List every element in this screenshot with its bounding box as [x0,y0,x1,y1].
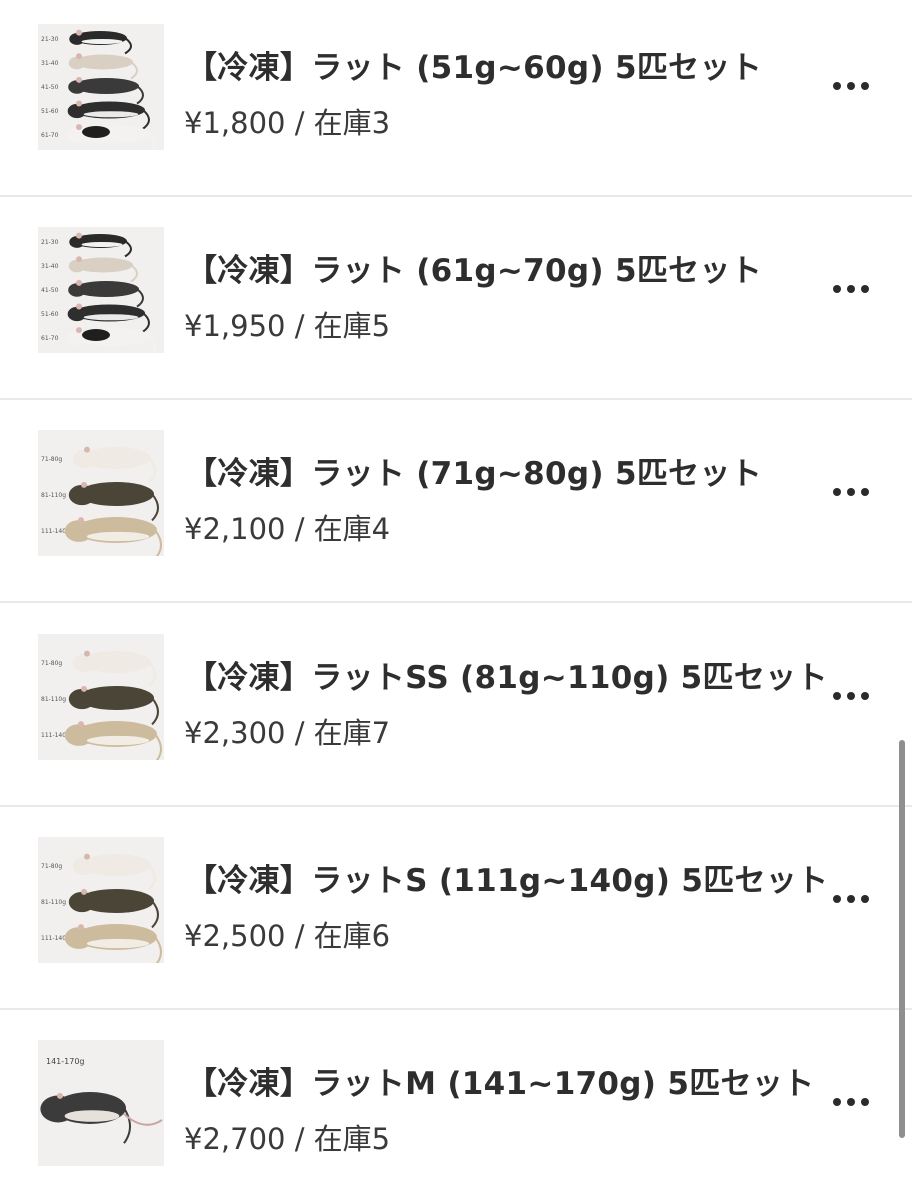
more-options-button[interactable] [822,674,880,718]
product-row[interactable]: 71-80g 81-110g 111-140g 【冷凍】ラットSS (81g~110… [0,604,912,807]
product-title[interactable]: 【冷凍】ラット (61g~70g) 5匹セット [186,245,762,290]
more-horizontal-icon [833,488,869,496]
product-price-stock: ¥2,500 / 在庫6 [184,919,391,953]
product-price-stock: ¥1,950 / 在庫5 [184,309,391,343]
product-price-stock: ¥2,300 / 在庫7 [184,716,391,750]
rat-photo: 71-80g81-110g111-140g [38,837,164,963]
more-options-button[interactable] [822,1080,880,1124]
product-price-stock: ¥2,700 / 在庫5 [184,1122,391,1156]
product-row[interactable]: 71-80g 81-110g 111-140g 【冷凍】ラットS (111g~140… [0,807,912,1010]
more-horizontal-icon [833,285,869,293]
more-horizontal-icon [833,82,869,90]
product-row[interactable]: 141-170g 【冷凍】ラットM (141~170g) 5匹セット ¥2,70… [0,1010,912,1200]
more-options-button[interactable] [822,267,880,311]
product-thumbnail[interactable]: 21-30 31-40 41-50 51-60 61-70 [38,24,164,150]
more-horizontal-icon [833,895,869,903]
weight-tag: 31-40 [41,263,59,270]
product-thumbnail[interactable]: 71-80g 81-110g 111-140g [38,634,164,760]
weight-tag: 61-70 [41,132,59,139]
weight-tag: 21-30 [41,36,59,43]
rat-photo: 71-80g81-110g111-140g [38,634,164,760]
weight-tag: 81-110g [41,492,66,499]
product-row[interactable]: 71-80g 81-110g 111-140g 【冷凍】ラット (71g~80g) … [0,400,912,603]
product-thumbnail[interactable]: 141-170g [38,1040,164,1166]
more-horizontal-icon [833,1098,869,1106]
weight-tag: 61-70 [41,335,59,342]
rat-photo: 141-170g [38,1040,164,1166]
more-options-button[interactable] [822,64,880,108]
weight-tag: 41-50 [41,84,59,91]
product-title[interactable]: 【冷凍】ラット (51g~60g) 5匹セット [186,42,762,87]
weight-tag: 51-60 [41,311,59,318]
product-price-stock: ¥2,100 / 在庫4 [184,512,391,546]
product-title[interactable]: 【冷凍】ラットSS (81g~110g) 5匹セット [186,652,828,697]
rat-photo: 21-30 31-40 41-50 51-60 61-70 [38,24,164,150]
more-options-button[interactable] [822,877,880,921]
product-thumbnail[interactable]: 71-80g 81-110g 111-140g [38,837,164,963]
weight-tag: 31-40 [41,60,59,67]
product-list: 21-30 31-40 41-50 51-60 61-70 【冷凍】ラット (51g~6… [0,0,912,1200]
product-title[interactable]: 【冷凍】ラットS (111g~140g) 5匹セット [186,855,828,900]
more-options-button[interactable] [822,470,880,514]
weight-tag: 81-110g [41,899,66,906]
rat-photo: 71-80g81-110g111-140g [38,430,164,556]
weight-tag: 51-60 [41,108,59,115]
product-thumbnail[interactable]: 71-80g 81-110g 111-140g [38,430,164,556]
weight-tag: 81-110g [41,696,66,703]
product-row[interactable]: 21-30 31-40 41-50 51-60 61-70 【冷凍】ラット (61g~7… [0,197,912,400]
product-title[interactable]: 【冷凍】ラット (71g~80g) 5匹セット [186,448,762,493]
product-price-stock: ¥1,800 / 在庫3 [184,106,391,140]
product-thumbnail[interactable]: 21-30 31-40 41-50 51-60 61-70 [38,227,164,353]
weight-tag: 41-50 [41,287,59,294]
weight-tag: 71-80g [41,863,62,870]
weight-tag: 71-80g [41,456,62,463]
product-row[interactable]: 21-30 31-40 41-50 51-60 61-70 【冷凍】ラット (51g~6… [0,0,912,197]
scrollbar[interactable] [899,740,905,1138]
more-horizontal-icon [833,692,869,700]
weight-tag: 21-30 [41,239,59,246]
weight-tag: 141-170g [46,1057,85,1066]
rat-photo: 21-30 31-40 41-50 51-60 61-70 [38,227,164,353]
product-title[interactable]: 【冷凍】ラットM (141~170g) 5匹セット [186,1058,814,1103]
weight-tag: 71-80g [41,660,62,667]
